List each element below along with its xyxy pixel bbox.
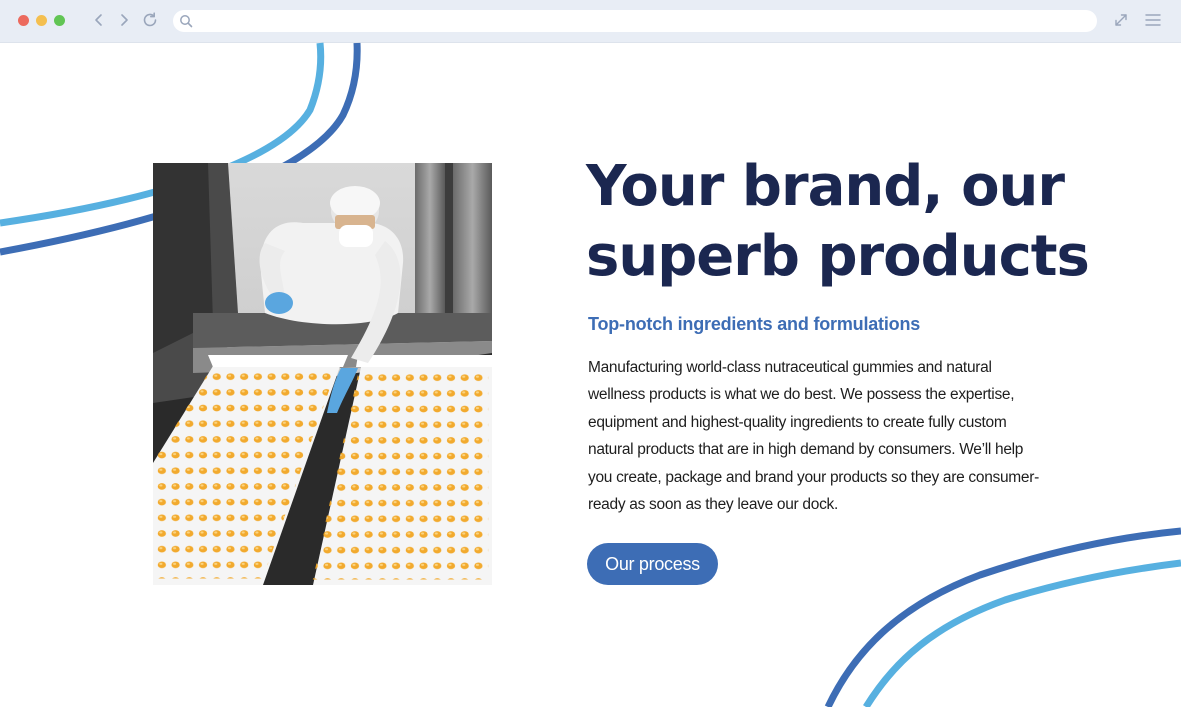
browser-toolbar — [0, 0, 1181, 43]
menu-button[interactable] — [1143, 10, 1163, 30]
reload-button[interactable] — [140, 10, 160, 30]
chevron-left-icon — [95, 14, 102, 26]
hero-body-text: Manufacturing world-class nutraceutical … — [588, 359, 1039, 514]
hero-subheadline: Top-notch ingredients and formulations — [588, 314, 921, 334]
window-close-button[interactable] — [18, 15, 29, 26]
hero-photo — [153, 163, 492, 585]
expand-button[interactable] — [1111, 10, 1131, 30]
gummy-production-illustration — [153, 163, 492, 585]
search-icon — [180, 15, 193, 28]
url-input[interactable] — [199, 12, 1083, 32]
hero-headline: Your brand, our superb products — [586, 154, 1090, 289]
our-process-button[interactable]: Our process — [587, 543, 718, 585]
bottom-right-swoosh-light — [863, 559, 1181, 707]
reload-icon — [143, 12, 157, 27]
address-bar[interactable] — [173, 10, 1097, 32]
bottom-right-swoosh-dark — [824, 527, 1181, 707]
window-zoom-button[interactable] — [54, 15, 65, 26]
chevron-right-icon — [121, 14, 128, 26]
window-minimize-button[interactable] — [36, 15, 47, 26]
forward-button[interactable] — [114, 10, 134, 30]
back-button[interactable] — [89, 10, 109, 30]
browser-window: Your brand, our superb products Top-notc… — [0, 0, 1181, 707]
expand-icon — [1115, 14, 1127, 26]
hamburger-menu-icon — [1145, 14, 1161, 26]
